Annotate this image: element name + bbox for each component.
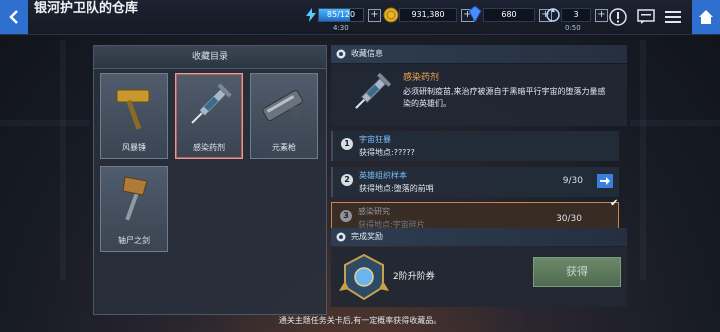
gold-value: 931,380 xyxy=(399,8,457,22)
collection-info-icon xyxy=(336,49,346,59)
quest-number: 3 xyxy=(340,210,352,222)
gold-coin-icon xyxy=(383,7,399,23)
collection-item-label: 风暴锤 xyxy=(122,143,146,152)
stamina-meter: 3 + xyxy=(561,6,608,24)
collection-heading: 收藏目录 xyxy=(94,46,326,69)
item-info: 感染药剂 必须研制疫苗,来治疗被源自于黑暗平行宇宙的堕落力量感染的英雄们。 xyxy=(331,64,627,126)
energy-meter: 85/120 + xyxy=(318,6,381,24)
quest-location: 获得地点:堕落的前哨 xyxy=(359,184,434,193)
menu-icon xyxy=(665,11,681,23)
rank-ticket-icon xyxy=(339,253,389,301)
home-icon xyxy=(699,10,713,24)
lightning-icon xyxy=(306,8,316,22)
add-energy-button[interactable]: + xyxy=(368,8,381,22)
stamina-value: 3 xyxy=(561,8,591,22)
collection-panel: 收藏目录 风暴锤 感染药剂 元素枪 轴尸之剑 xyxy=(93,45,327,315)
stamina-timer: 0:50 xyxy=(565,24,581,32)
item-description: 必须研制疫苗,来治疗被源自于黑暗平行宇宙的堕落力量感染的英雄们。 xyxy=(403,87,606,108)
quest-title: 感染研究 xyxy=(358,207,390,216)
stamina-icon xyxy=(546,8,560,22)
quest-number: 1 xyxy=(341,138,353,150)
back-button[interactable] xyxy=(0,0,28,34)
quest-row[interactable]: 1 宇宙狂暴 获得地点:????? xyxy=(331,131,619,161)
collection-item-syringe[interactable]: 感染药剂 xyxy=(175,73,243,159)
gold-meter: 931,380 + xyxy=(399,6,474,24)
crystal-meter: 680 + xyxy=(483,6,552,24)
go-button[interactable] xyxy=(597,174,613,188)
checkmark-icon: ✔ xyxy=(610,198,619,209)
chat-button[interactable] xyxy=(635,6,657,28)
chevron-left-icon xyxy=(9,10,18,24)
collection-item-axe[interactable]: 轴尸之剑 xyxy=(100,166,168,252)
quest-progress: 9/30 xyxy=(562,176,583,186)
quest-title: 英雄组织样本 xyxy=(359,171,407,180)
quest-location: 获得地点:????? xyxy=(359,148,415,157)
hammer-icon xyxy=(116,89,150,130)
collection-item-label: 轴尸之剑 xyxy=(118,236,150,245)
crystal-value: 680 xyxy=(483,8,535,22)
energy-timer: 4:30 xyxy=(333,24,349,32)
page-title: 银河护卫队的仓库 xyxy=(34,1,139,16)
quest-number: 2 xyxy=(341,174,353,186)
syringe-icon xyxy=(191,83,232,124)
collection-item-label: 感染药剂 xyxy=(193,143,225,152)
claim-button[interactable]: 获得 xyxy=(533,257,621,287)
quest-title: 宇宙狂暴 xyxy=(359,135,391,144)
item-name: 感染药剂 xyxy=(403,73,440,83)
collection-item-hammer[interactable]: 风暴锤 xyxy=(100,73,168,159)
detail-panel: 收藏信息 感染药剂 必须研制疫苗,来治疗被源自于黑暗平行宇宙的堕落力量感染的英雄… xyxy=(331,45,627,313)
home-button[interactable] xyxy=(692,0,720,34)
gun-icon xyxy=(262,90,303,122)
reward-header: 完成奖励 xyxy=(331,228,627,246)
chat-icon xyxy=(637,9,655,24)
alert-icon xyxy=(609,8,627,26)
arrow-right-icon xyxy=(600,177,610,185)
quest-row[interactable]: 2 英雄组织样本 获得地点:堕落的前哨 9/30 xyxy=(331,167,619,197)
energy-bar: 85/120 xyxy=(318,8,364,22)
energy-text: 85/120 xyxy=(326,10,356,19)
collection-item-gun[interactable]: 元素枪 xyxy=(250,73,318,159)
collection-item-label: 元素枪 xyxy=(272,143,296,152)
info-heading: 收藏信息 xyxy=(351,49,383,58)
syringe-icon xyxy=(355,72,392,109)
reward-box: 2阶升阶券 获得 xyxy=(331,247,627,307)
axe-icon xyxy=(122,176,148,221)
reward-icon xyxy=(336,232,346,242)
crystal-icon xyxy=(468,6,482,22)
footer-hint: 通关主题任务关卡后,有一定概率获得收藏品。 xyxy=(278,316,442,325)
info-header: 收藏信息 xyxy=(331,45,627,63)
menu-button[interactable] xyxy=(662,6,684,28)
quest-progress: 30/30 xyxy=(556,214,582,224)
alert-button[interactable] xyxy=(607,6,629,28)
top-bar: 银河护卫队的仓库 85/120 + 4:30 931,380 + 680 + 3… xyxy=(0,0,720,35)
reward-heading: 完成奖励 xyxy=(351,232,383,241)
reward-name: 2阶升阶券 xyxy=(393,272,435,282)
